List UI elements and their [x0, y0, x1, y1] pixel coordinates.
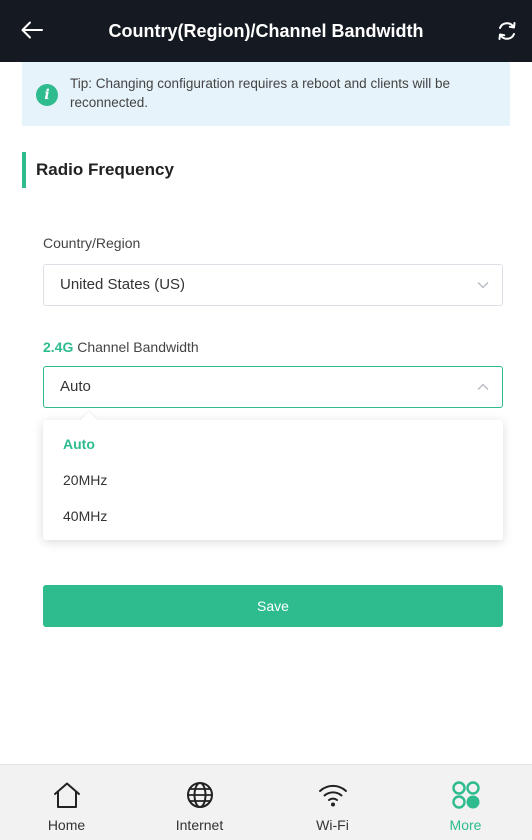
bandwidth-dropdown: Auto 20MHz 40MHz: [43, 411, 503, 540]
option-auto[interactable]: Auto: [43, 426, 503, 462]
bandwidth-label-text: Channel Bandwidth: [73, 339, 199, 355]
tab-wifi[interactable]: Wi-Fi: [266, 765, 399, 840]
option-20mhz[interactable]: 20MHz: [43, 462, 503, 498]
back-button[interactable]: [16, 14, 48, 46]
country-value: United States (US): [60, 276, 186, 293]
tip-text: Tip: Changing configuration requires a r…: [70, 76, 450, 110]
tab-wifi-label: Wi-Fi: [316, 817, 349, 833]
tab-home-label: Home: [47, 817, 86, 833]
more-icon: [448, 777, 484, 813]
tab-home[interactable]: Home: [0, 765, 133, 840]
country-select[interactable]: United States (US): [43, 264, 503, 306]
page-title: Country(Region)/Channel Bandwidth: [108, 21, 424, 41]
chevron-down-icon: [476, 278, 490, 292]
country-label: Country/Region: [43, 235, 141, 251]
tab-more[interactable]: More: [399, 765, 532, 840]
band-label: 2.4G: [43, 339, 74, 355]
save-button[interactable]: Save: [43, 585, 503, 627]
refresh-button[interactable]: [492, 16, 522, 46]
bandwidth-label: 2.4G Channel Bandwidth: [43, 339, 199, 355]
arrow-left-icon: [21, 21, 43, 39]
section-title: Radio Frequency: [22, 152, 174, 188]
home-icon: [49, 777, 85, 813]
tab-internet[interactable]: Internet: [133, 765, 266, 840]
bandwidth-select[interactable]: Auto: [43, 366, 503, 408]
tip-banner: i Tip: Changing configuration requires a…: [22, 62, 510, 126]
tab-internet-label: Internet: [175, 817, 224, 833]
bandwidth-value: Auto: [60, 378, 91, 395]
chevron-up-icon: [476, 380, 490, 394]
option-40mhz[interactable]: 40MHz: [43, 498, 503, 534]
globe-icon: [182, 777, 218, 813]
bottom-tab-bar: Home Internet Wi-Fi More: [0, 764, 532, 840]
wifi-icon: [315, 777, 351, 813]
top-bar: Country(Region)/Channel Bandwidth: [0, 0, 532, 62]
refresh-icon: [498, 22, 516, 40]
info-icon: i: [36, 84, 58, 106]
tab-more-label: More: [449, 817, 482, 833]
